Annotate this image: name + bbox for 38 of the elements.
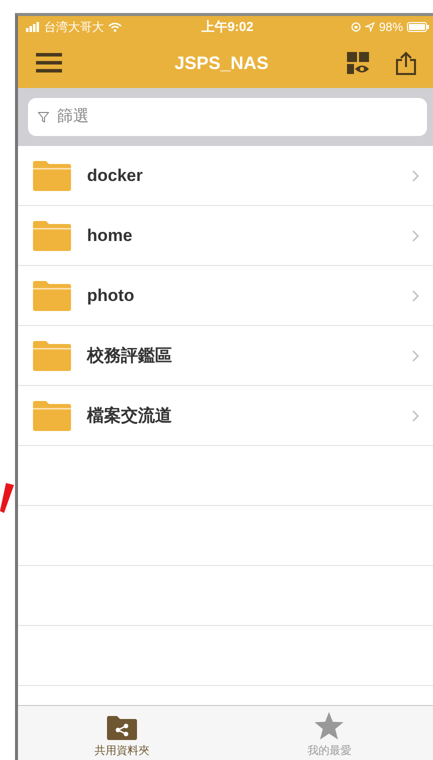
star-icon — [314, 712, 344, 740]
clock-time: 上午9:02 — [201, 18, 254, 36]
chevron-right-icon — [412, 350, 419, 362]
chevron-right-icon — [412, 230, 419, 242]
location-icon — [364, 22, 375, 32]
folder-icon — [33, 220, 71, 250]
folder-icon — [33, 340, 71, 370]
shared-folder-icon — [106, 716, 137, 740]
wifi-icon — [108, 22, 122, 32]
folder-name: 校務評鑑區 — [87, 345, 173, 367]
folder-name: docker — [87, 166, 144, 186]
arrow-annotation-icon — [0, 483, 14, 513]
folder-row[interactable]: 檔案交流道 — [18, 386, 433, 446]
filter-icon — [38, 112, 49, 123]
battery-icon — [407, 22, 429, 32]
filter-field[interactable]: 篩選 — [28, 98, 427, 136]
folder-row[interactable]: home — [18, 206, 433, 266]
folder-row[interactable]: docker — [18, 146, 433, 206]
folder-row[interactable]: photo — [18, 266, 433, 326]
view-mode-icon[interactable] — [347, 52, 369, 74]
chevron-right-icon — [412, 290, 419, 302]
tab-item[interactable]: 共用資料夾 — [18, 706, 226, 760]
folder-icon — [33, 400, 71, 430]
carrier-name: 台湾大哥大 — [44, 18, 104, 36]
folder-name: 檔案交流道 — [87, 405, 173, 427]
signal-icon — [26, 22, 40, 32]
folder-name: photo — [87, 286, 136, 306]
folder-name: home — [87, 226, 134, 246]
folder-icon — [33, 280, 71, 310]
chevron-right-icon — [412, 170, 419, 182]
lock-rotation-icon — [350, 22, 361, 32]
share-icon[interactable] — [395, 51, 417, 75]
battery-percent: 98% — [378, 20, 403, 34]
nav-title: JSPS_NAS — [173, 52, 270, 74]
folder-icon — [33, 160, 71, 190]
menu-icon[interactable] — [36, 53, 62, 73]
chevron-right-icon — [412, 410, 419, 422]
folder-row[interactable]: 校務評鑑區 — [18, 326, 433, 386]
